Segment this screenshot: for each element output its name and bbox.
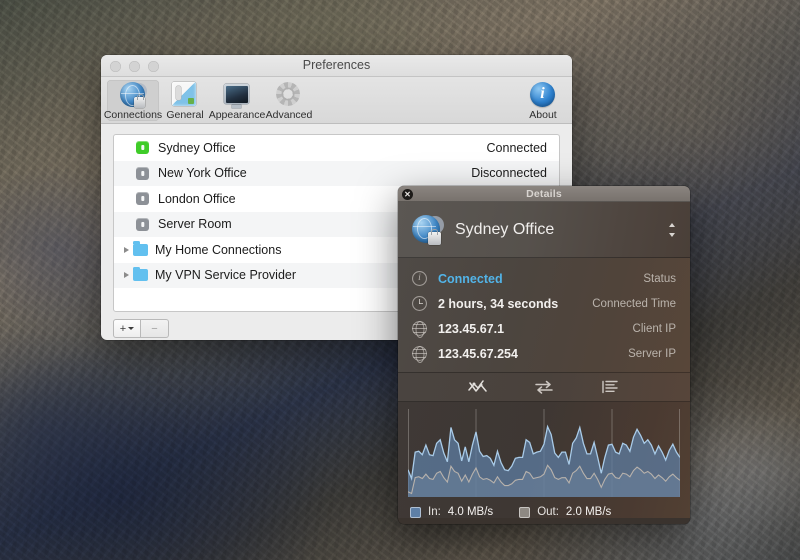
throughput-chart: In: 4.0 MB/s Out: 2.0 MB/s (398, 402, 690, 518)
details-connection-name: Sydney Office (455, 220, 555, 238)
chart-svg (408, 409, 680, 497)
chevron-right-icon[interactable] (124, 246, 129, 253)
table-row[interactable]: New York Office Disconnected (114, 160, 559, 186)
chevron-down-icon (128, 327, 135, 330)
globe-icon (412, 346, 427, 361)
about-info-icon: i (530, 82, 556, 108)
folder-icon (133, 241, 155, 256)
details-tab-bar (398, 372, 690, 402)
status-value: Connected (438, 271, 503, 286)
toolbar-item-general[interactable]: General (159, 80, 211, 121)
toolbar-item-connections[interactable]: Connections (103, 80, 163, 121)
window-title: Preferences (302, 58, 371, 72)
preferences-toolbar: Connections General Appearance Advanced … (101, 77, 572, 124)
graph-icon[interactable] (467, 378, 489, 396)
table-row[interactable]: Sydney Office Connected (114, 135, 559, 161)
details-info-table: Connected Status 2 hours, 34 seconds Con… (398, 258, 690, 372)
clock-icon (412, 296, 427, 311)
info-circle-icon (412, 271, 427, 286)
globe-icon (412, 321, 427, 336)
info-row-connected-time: 2 hours, 34 seconds Connected Time (412, 291, 676, 316)
legend-swatch-out (519, 506, 531, 518)
folder-icon (133, 266, 155, 282)
client-ip-label: Client IP (632, 322, 676, 335)
toolbar-label-connections: Connections (103, 109, 163, 121)
lock-icon (136, 217, 158, 231)
connection-status: Disconnected (471, 166, 547, 181)
remove-button-label: − (151, 322, 158, 335)
legend-item-in: In: 4.0 MB/s (410, 506, 493, 518)
legend-value-out: 2.0 MB/s (565, 506, 612, 518)
legend-item-out: Out: 2.0 MB/s (519, 506, 611, 518)
lock-icon (136, 166, 158, 180)
info-row-status: Connected Status (412, 266, 676, 291)
general-icon (172, 82, 198, 108)
details-titlebar: ✕ Details (398, 186, 690, 202)
connected-time-label: Connected Time (592, 297, 676, 310)
chart-plot-area (408, 409, 680, 497)
lock-icon (136, 141, 158, 155)
details-window-title: Details (526, 187, 562, 200)
advanced-gear-icon (276, 82, 302, 108)
stepper-up-down-icon[interactable] (666, 219, 678, 241)
client-ip-value: 123.45.67.1 (438, 321, 505, 336)
chevron-right-icon[interactable] (124, 272, 129, 279)
add-connection-button[interactable]: + (113, 319, 141, 338)
server-ip-value: 123.45.67.254 (438, 346, 518, 361)
info-row-client-ip: 123.45.67.1 Client IP (412, 316, 676, 341)
status-label: Status (643, 272, 676, 285)
connection-name: New York Office (158, 166, 247, 181)
preferences-titlebar: Preferences (101, 55, 572, 77)
toolbar-label-advanced: Advanced (265, 109, 313, 121)
legend-key-out: Out: (537, 506, 559, 518)
globe-lock-icon (412, 214, 444, 245)
connected-time-value: 2 hours, 34 seconds (438, 296, 559, 311)
toolbar-item-appearance[interactable]: Appearance (208, 80, 266, 121)
toolbar-label-about: About (529, 109, 557, 121)
remove-connection-button[interactable]: − (141, 319, 169, 338)
connection-name: Sydney Office (158, 140, 236, 155)
legend-swatch-in (410, 506, 421, 518)
add-button-label: + (119, 322, 127, 335)
toolbar-item-advanced[interactable]: Advanced (263, 80, 315, 121)
toolbar-item-about[interactable]: i About (520, 80, 566, 121)
server-ip-label: Server IP (628, 347, 676, 360)
legend-value-in: 4.0 MB/s (447, 506, 494, 518)
appearance-display-icon (224, 82, 250, 108)
desktop-wallpaper: Preferences Connections General Appearan… (0, 0, 800, 560)
chart-legend: In: 4.0 MB/s Out: 2.0 MB/s (408, 497, 680, 518)
toolbar-label-general: General (166, 109, 204, 121)
list-icon[interactable] (599, 378, 621, 396)
legend-key-in: In: (428, 506, 441, 518)
connection-status: Connected (486, 140, 547, 155)
toolbar-label-appearance: Appearance (208, 109, 266, 121)
connections-globe-lock-icon (120, 82, 147, 108)
details-header: Sydney Office (398, 202, 690, 258)
lock-icon (136, 192, 158, 206)
transfer-icon[interactable] (533, 378, 555, 396)
add-remove-segmented-control[interactable]: + − (113, 319, 169, 338)
details-window: ✕ Details Sydney Office Connected Status (398, 186, 690, 524)
info-row-server-ip: 123.45.67.254 Server IP (412, 341, 676, 366)
